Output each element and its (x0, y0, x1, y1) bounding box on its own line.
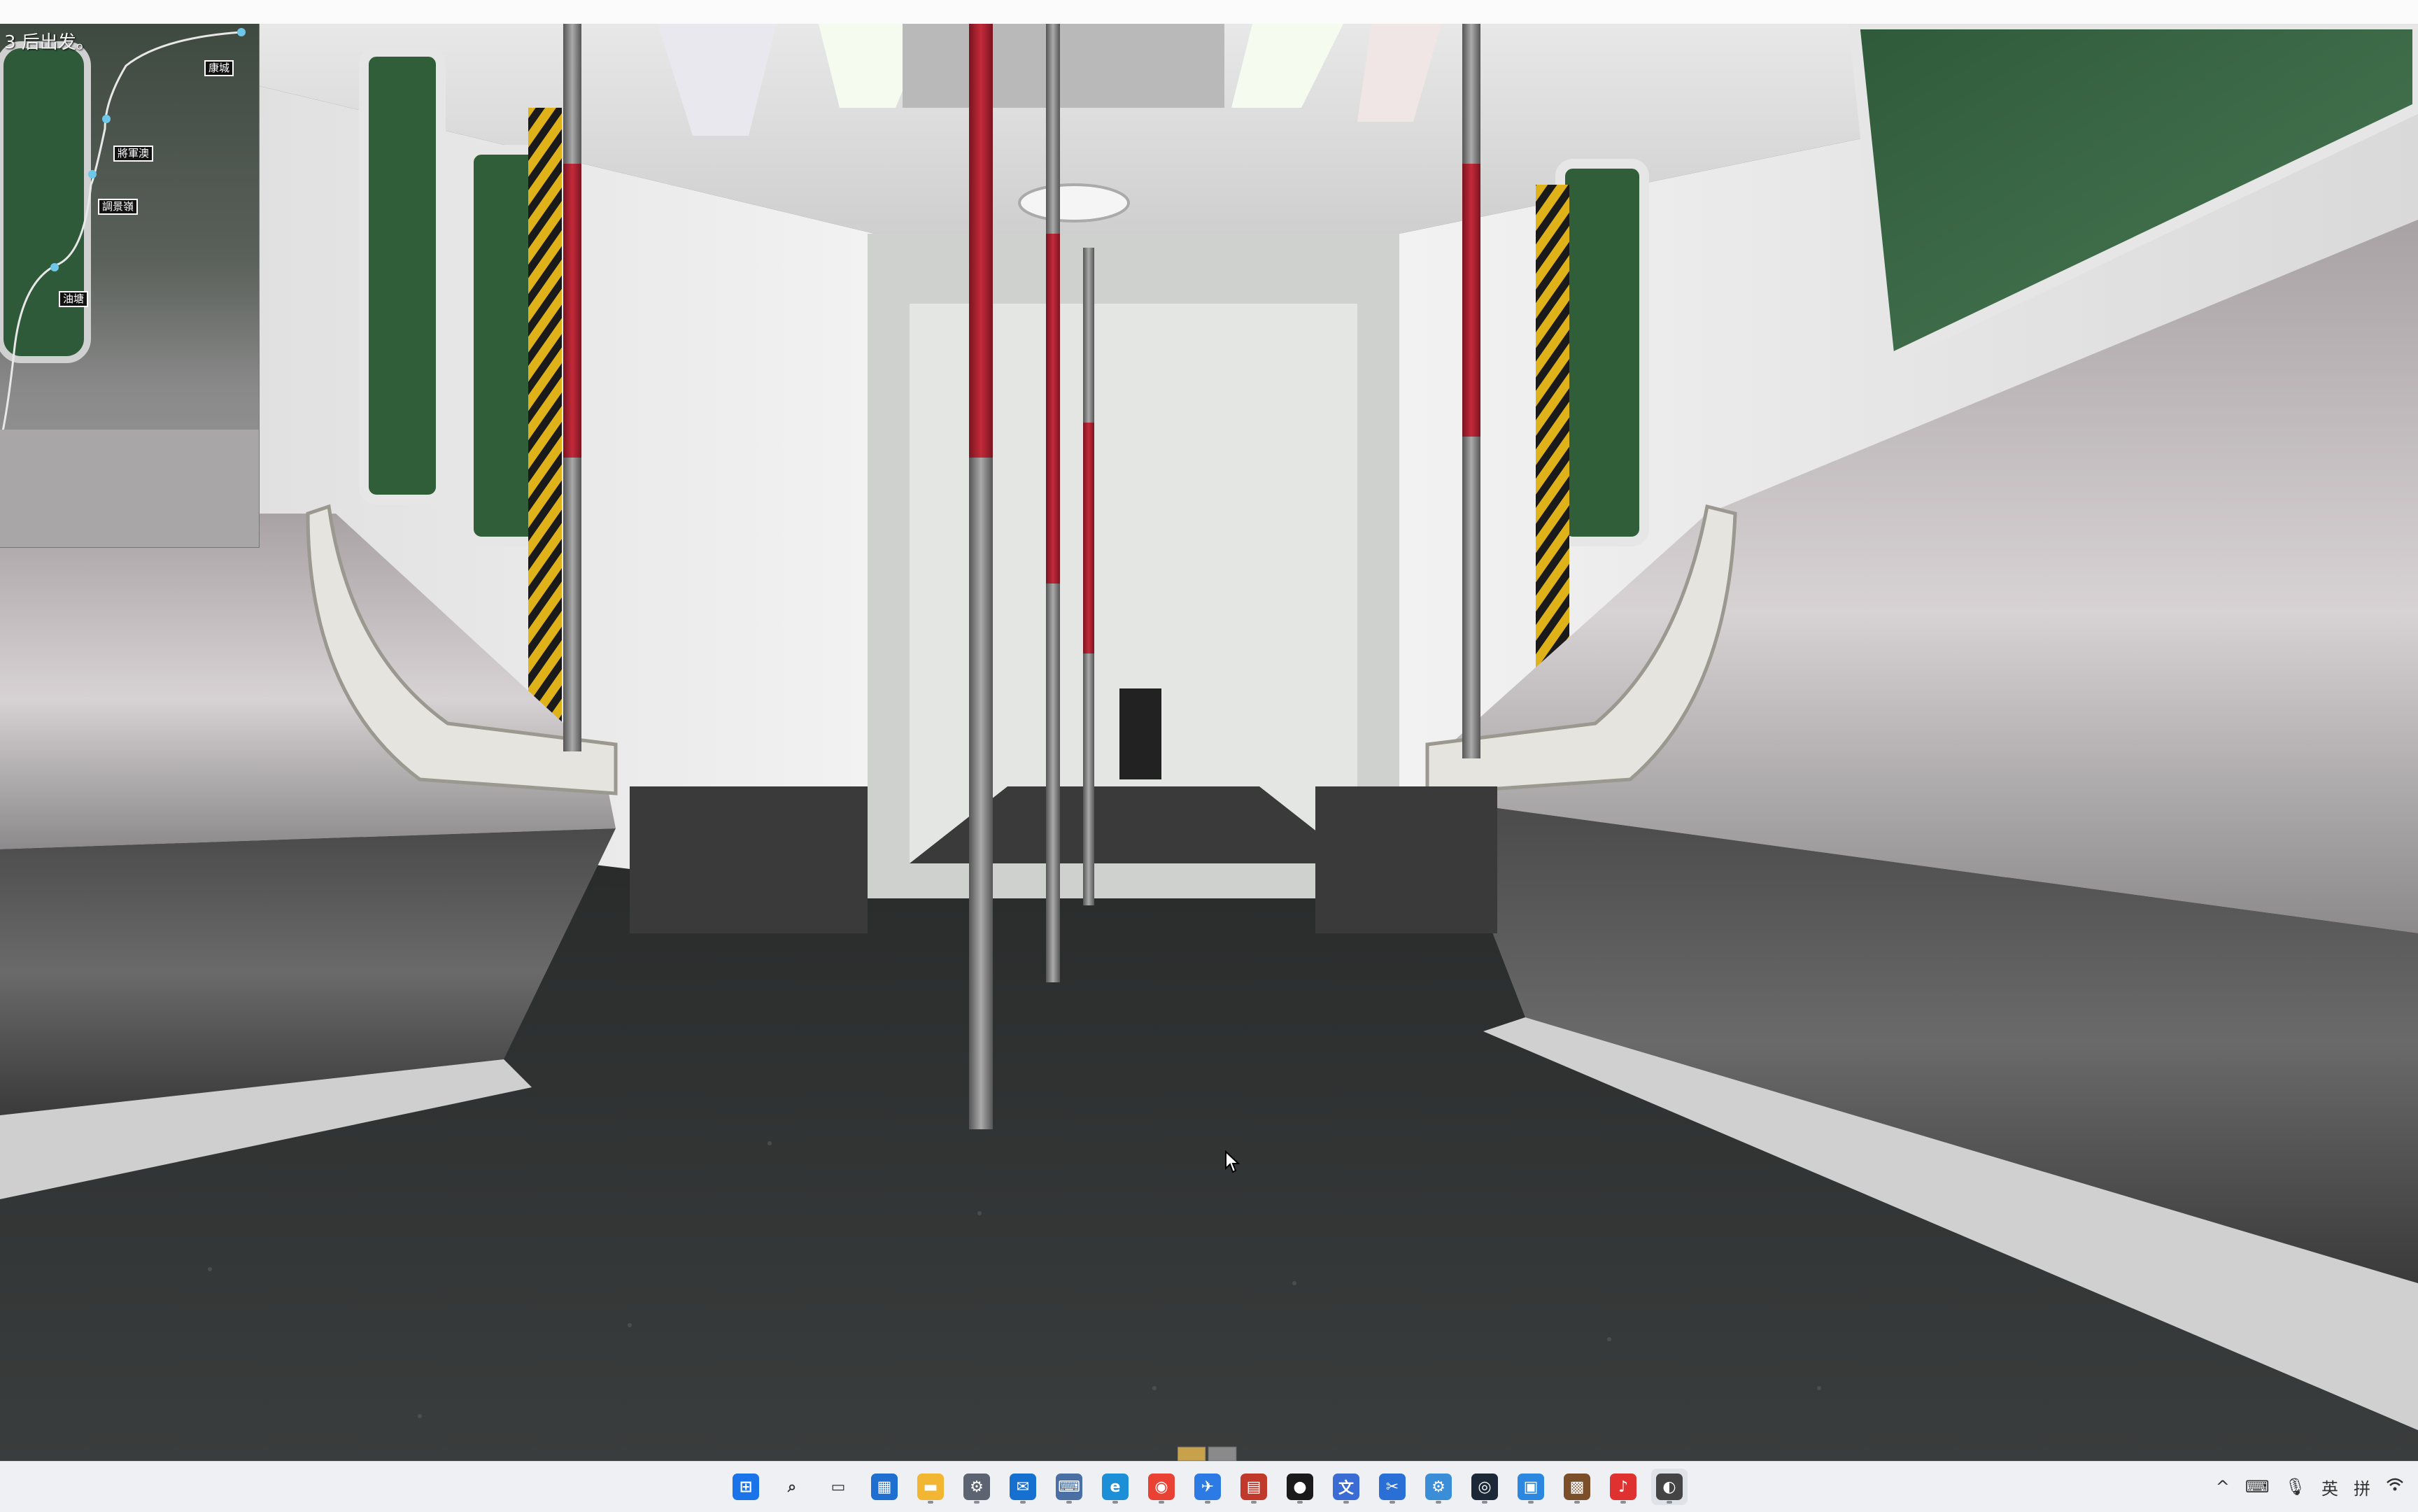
keyboard-icon[interactable]: ⌨ (2245, 1477, 2270, 1497)
photo-viewer-icon: ▣ (1518, 1474, 1544, 1500)
edge-browser-icon: e (1102, 1474, 1129, 1500)
windows-taskbar: ⊞ ⌕ ▭ ▦ ▬ ⚙ ✉ ⌨ e ◉ ✈ ▤ ● 文 ✂ ⚙ ◎ ▣ ▩ ♪ ◐ ^ ⌨ 🎙 英 拼 (0, 1461, 2418, 1512)
ime-language-indicator[interactable]: 英 (2321, 1475, 2338, 1499)
taskbar-app-translator[interactable]: 文 (1328, 1469, 1364, 1505)
widgets-icon: ▦ (871, 1474, 898, 1500)
running-indicator (1620, 1501, 1626, 1504)
running-indicator (1528, 1501, 1534, 1504)
station-label-yau-tong: 油塘 (59, 291, 89, 307)
keyboard-app-icon: ⌨ (1056, 1474, 1082, 1500)
microphone-icon[interactable]: 🎙 (2285, 1477, 2306, 1497)
network-gear-icon: ⚙ (1425, 1474, 1452, 1500)
task-view-icon: ▭ (830, 1478, 846, 1496)
running-indicator (1436, 1501, 1441, 1504)
search-icon: ⌕ (787, 1478, 797, 1496)
show-hidden-icons-chevron-icon[interactable]: ^ (2216, 1477, 2230, 1497)
taskbar-app-steam[interactable]: ◎ (1466, 1469, 1503, 1505)
translator-icon: 文 (1333, 1474, 1359, 1500)
mouse-pointer-icon (1225, 1150, 1240, 1173)
taskbar-app-keyboard-app[interactable]: ⌨ (1051, 1469, 1087, 1505)
steam-icon: ◎ (1471, 1474, 1498, 1500)
route-line (0, 28, 259, 547)
qq-penguin-icon: ● (1287, 1474, 1313, 1500)
ime-mode-indicator[interactable]: 拼 (2354, 1475, 2370, 1499)
running-indicator (1297, 1501, 1303, 1504)
station-label-lohas-park: 康城 (204, 60, 234, 76)
system-tray: ^ ⌨ 🎙 英 拼 (2216, 1462, 2418, 1512)
settings-gear-icon: ⚙ (963, 1474, 990, 1500)
taskbar-app-presentation-app[interactable]: ▤ (1236, 1469, 1272, 1505)
bird-app-icon: ✈ (1194, 1474, 1221, 1500)
taskbar-app-bird-app[interactable]: ✈ (1189, 1469, 1226, 1505)
presentation-app-icon: ▤ (1240, 1474, 1267, 1500)
taskbar-app-search[interactable]: ⌕ (774, 1469, 810, 1505)
running-indicator (1020, 1501, 1026, 1504)
chrome-browser-icon: ◉ (1148, 1474, 1175, 1500)
mail-icon: ✉ (1010, 1474, 1036, 1500)
taskbar-app-screenshot-tool[interactable]: ✂ (1374, 1469, 1410, 1505)
windows-start-icon: ⊞ (733, 1474, 759, 1500)
station-label-tiu-keng-leng: 調景嶺 (98, 199, 139, 215)
minecraft-icon: ▩ (1564, 1474, 1590, 1500)
screenshot-tool-icon: ✂ (1379, 1474, 1406, 1500)
game-viewport[interactable]: 3 后出发。 康城 將軍澳 調景嶺 油塘 (0, 24, 2418, 1461)
departure-status-text: 3 后出发。 (4, 32, 94, 53)
running-indicator (1066, 1501, 1072, 1504)
taskbar-app-windows-start[interactable]: ⊞ (728, 1469, 764, 1505)
window-title-bar[interactable] (0, 0, 2418, 24)
taskbar-app-photo-viewer[interactable]: ▣ (1513, 1469, 1549, 1505)
taskbar-app-widgets[interactable]: ▦ (866, 1469, 903, 1505)
taskbar-app-settings-gear[interactable]: ⚙ (959, 1469, 995, 1505)
file-explorer-icon: ▬ (917, 1474, 944, 1500)
taskbar-app-task-view[interactable]: ▭ (820, 1469, 856, 1505)
taskbar-app-mail[interactable]: ✉ (1005, 1469, 1041, 1505)
window-preview-tab[interactable] (1177, 1444, 1238, 1462)
taskbar-app-netease-music[interactable]: ♪ (1605, 1469, 1641, 1505)
taskbar-app-edge-browser[interactable]: e (1097, 1469, 1133, 1505)
running-indicator (928, 1501, 933, 1504)
taskbar-app-train-simulator[interactable]: ◐ (1651, 1469, 1688, 1505)
taskbar-app-chrome-browser[interactable]: ◉ (1143, 1469, 1180, 1505)
train-interior-scene (0, 24, 2418, 1461)
taskbar-app-qq-penguin[interactable]: ● (1282, 1469, 1318, 1505)
running-indicator (1482, 1501, 1487, 1504)
running-indicator (1112, 1501, 1118, 1504)
running-indicator (1574, 1501, 1580, 1504)
wifi-icon[interactable] (2386, 1477, 2404, 1497)
running-indicator (1251, 1501, 1257, 1504)
running-indicator (1343, 1501, 1349, 1504)
running-indicator (1390, 1501, 1395, 1504)
taskbar-app-network-gear[interactable]: ⚙ (1420, 1469, 1457, 1505)
route-minimap[interactable]: 3 后出发。 康城 將軍澳 調景嶺 油塘 (0, 24, 260, 548)
netease-music-icon: ♪ (1610, 1474, 1636, 1500)
running-indicator (974, 1501, 980, 1504)
running-indicator (1667, 1501, 1672, 1504)
running-indicator (1205, 1501, 1210, 1504)
taskbar-app-file-explorer[interactable]: ▬ (912, 1469, 949, 1505)
train-simulator-icon: ◐ (1656, 1474, 1683, 1500)
taskbar-app-minecraft[interactable]: ▩ (1559, 1469, 1595, 1505)
station-label-tseung-kwan-o: 將軍澳 (113, 146, 154, 162)
running-indicator (1159, 1501, 1164, 1504)
